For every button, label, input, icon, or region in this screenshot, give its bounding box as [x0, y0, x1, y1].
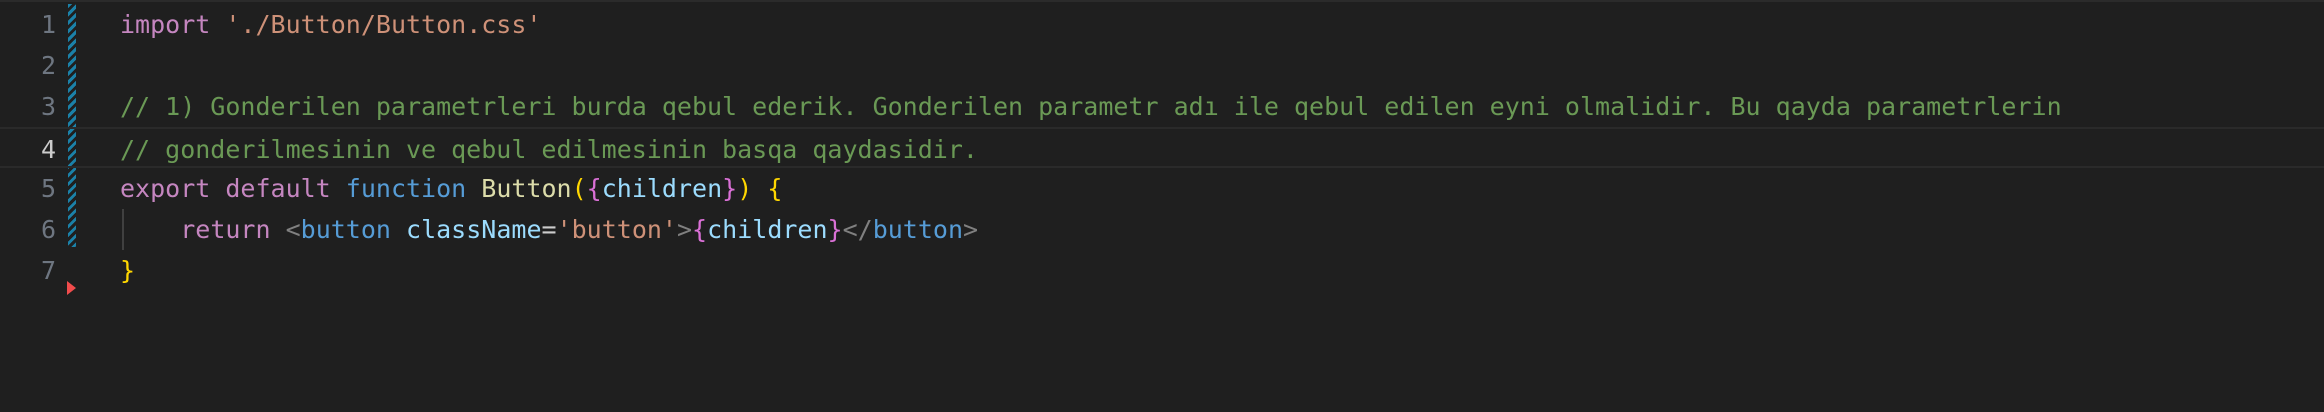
code-line[interactable]: 6 return <button className='button'>{chi… — [0, 209, 2324, 250]
code-token-kw: import — [120, 10, 211, 39]
code-token-brace1: ( — [571, 174, 587, 203]
code-token-brace2: } — [827, 215, 843, 244]
code-token-plain: = — [541, 215, 557, 244]
line-number: 7 — [40, 256, 56, 285]
code-token-attr: className — [406, 215, 542, 244]
code-token-kw: return — [180, 215, 271, 244]
code-line[interactable]: 5 export default function Button({childre… — [0, 168, 2324, 209]
code-text[interactable]: return <button className='button'>{child… — [120, 209, 978, 250]
line-number: 5 — [40, 174, 56, 203]
code-token-var: children — [601, 174, 723, 203]
code-token-brace2: } — [722, 174, 738, 203]
code-token-var: children — [707, 215, 828, 244]
code-token-tag-punct: > — [676, 215, 693, 244]
line-number: 4 — [40, 135, 56, 164]
line-number: 2 — [40, 51, 56, 80]
code-text[interactable]: // gonderilmesinin ve qebul edilmesinin … — [120, 129, 978, 170]
code-text[interactable]: import './Button/Button.css' — [120, 4, 541, 45]
code-text[interactable]: } — [120, 250, 135, 291]
code-line[interactable]: 7} — [0, 250, 2324, 291]
code-token-str: './Button/Button.css' — [225, 10, 542, 39]
editor-top-border — [0, 0, 2324, 2]
code-token-fn: Button — [481, 174, 572, 203]
code-token-kw: export — [120, 174, 211, 203]
code-token-tag-punct: < — [285, 215, 301, 244]
code-text[interactable]: export default function Button({children… — [120, 168, 782, 209]
code-token-brace1: } — [120, 256, 136, 285]
code-token-kw-blue: function — [345, 174, 467, 203]
code-line[interactable]: 4 // gonderilmesinin ve qebul edilmesinin… — [0, 127, 2324, 168]
line-number: 3 — [40, 92, 56, 121]
code-text[interactable]: // 1) Gonderilen parametrleri burda qebu… — [120, 86, 2062, 127]
code-token-str: 'button' — [556, 215, 677, 244]
code-token-brace2: { — [692, 215, 708, 244]
code-token-kw: default — [225, 174, 331, 203]
line-number: 1 — [40, 10, 56, 39]
code-token-brace1: ) — [737, 174, 753, 203]
code-line[interactable]: 1 import './Button/Button.css' — [0, 4, 2324, 45]
code-token-tag: button — [300, 215, 391, 244]
code-token-cmt: // gonderilmesinin ve qebul edilmesinin … — [120, 135, 978, 164]
code-token-brace2: { — [586, 174, 602, 203]
code-token-tag-punct: > — [963, 215, 979, 244]
code-token-cmt: // 1) Gonderilen parametrleri burda qebu… — [120, 92, 2062, 121]
code-line[interactable]: 2 — [0, 45, 2324, 86]
code-line[interactable]: 3 // 1) Gonderilen parametrleri burda qeb… — [0, 86, 2324, 127]
code-editor[interactable]: 1 import './Button/Button.css' 2 3 // 1) Gon… — [0, 0, 2324, 412]
code-token-brace1: { — [767, 174, 783, 203]
code-token-tag: button — [872, 215, 964, 244]
line-number: 6 — [40, 215, 56, 244]
code-token-tag-punct: </ — [842, 215, 873, 244]
